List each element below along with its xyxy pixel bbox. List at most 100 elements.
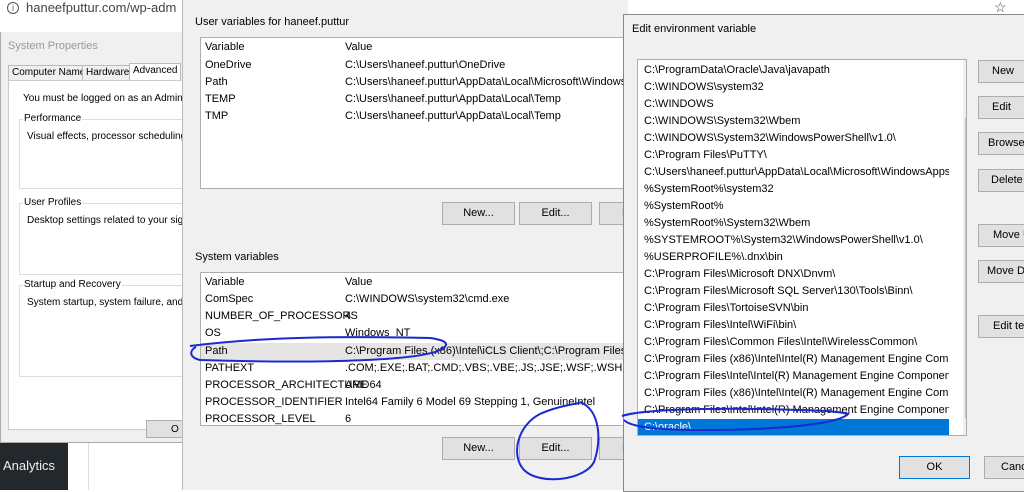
list-item[interactable]: %USERPROFILE%\.dnx\bin <box>638 249 949 266</box>
variable-value: C:\Program Files (x86)\Intel\iCLS Client… <box>345 345 632 357</box>
vertical-scrollbar[interactable]: ▲ ▼ <box>963 60 966 435</box>
column-value[interactable]: Value <box>345 39 372 56</box>
variable-value: C:\Users\haneef.puttur\OneDrive <box>345 59 506 71</box>
list-item[interactable]: C:\WINDOWS\System32\Wbem <box>638 113 949 130</box>
list-item[interactable]: NUMBER_OF_PROCESSORS 4 <box>201 308 631 325</box>
tab-computer-name[interactable]: Computer Name <box>8 65 90 80</box>
info-icon[interactable]: i <box>7 2 19 14</box>
list-item[interactable]: PROCESSOR_LEVEL 6 <box>201 411 631 425</box>
list-item[interactable]: ComSpec C:\WINDOWS\system32\cmd.exe <box>201 291 631 308</box>
variable-name: Path <box>205 76 228 88</box>
list-item[interactable]: C:\Users\haneef.puttur\AppData\Local\Mic… <box>638 164 949 181</box>
variable-value: C:\Users\haneef.puttur\AppData\Local\Tem… <box>345 110 561 122</box>
tab-panel-advanced: You must be logged on as an Administ Per… <box>8 80 196 430</box>
list-header: Variable Value <box>201 274 631 291</box>
edit-button[interactable]: Edit <box>978 96 1024 119</box>
list-item[interactable]: PROCESSOR_IDENTIFIER Intel64 Family 6 Mo… <box>201 394 631 411</box>
move-up-button[interactable]: Move U <box>978 224 1024 247</box>
admin-note: You must be logged on as an Administ <box>23 93 193 104</box>
variable-name: PROCESSOR_IDENTIFIER <box>205 396 343 408</box>
list-item[interactable]: %SystemRoot%\System32\Wbem <box>638 215 949 232</box>
startup-text: System startup, system failure, and d <box>27 297 192 308</box>
list-header: Variable Value <box>201 39 631 56</box>
user-edit-button[interactable]: Edit... <box>519 202 592 225</box>
variable-name: OneDrive <box>205 59 252 71</box>
system-new-button[interactable]: New... <box>442 437 515 460</box>
variable-value: C:\Users\haneef.puttur\AppData\Local\Mic… <box>345 76 632 88</box>
variable-name: Path <box>205 345 228 357</box>
variable-name: ComSpec <box>205 293 254 305</box>
variable-value: Intel64 Family 6 Model 69 Stepping 1, Ge… <box>345 396 596 408</box>
scroll-up-arrow-icon[interactable]: ▲ <box>963 60 966 75</box>
tab-hardware[interactable]: Hardware <box>82 65 134 80</box>
column-value[interactable]: Value <box>345 274 372 291</box>
tab-advanced[interactable]: Advanced <box>129 63 182 80</box>
variable-value: AMD64 <box>345 379 382 391</box>
url-text[interactable]: haneefputtur.com/wp-adm <box>26 0 176 15</box>
delete-button[interactable]: Delete <box>978 169 1024 192</box>
path-entries-list[interactable]: C:\ProgramData\Oracle\Java\javapath C:\W… <box>637 59 967 436</box>
list-item[interactable]: OS Windows_NT <box>201 325 631 342</box>
list-item[interactable]: C:\WINDOWS\System32\WindowsPowerShell\v1… <box>638 130 949 147</box>
edit-environment-variable-dialog: Edit environment variable C:\ProgramData… <box>623 14 1024 492</box>
list-item[interactable]: TMP C:\Users\haneef.puttur\AppData\Local… <box>201 108 631 125</box>
list-item[interactable]: C:\Program Files\Microsoft DNX\Dnvm\ <box>638 266 949 283</box>
performance-title: Performance <box>23 113 83 124</box>
list-item[interactable]: PROCESSOR_ARCHITECTURE AMD64 <box>201 377 631 394</box>
list-item[interactable]: C:\WINDOWS <box>638 96 949 113</box>
list-item[interactable]: C:\Program Files (x86)\Intel\Intel(R) Ma… <box>638 351 949 368</box>
user-variables-list[interactable]: Variable Value OneDrive C:\Users\haneef.… <box>200 37 632 189</box>
user-profiles-text: Desktop settings related to your sign- <box>27 215 193 226</box>
window-title: System Properties <box>8 40 98 52</box>
scroll-thumb[interactable] <box>965 118 966 418</box>
column-variable[interactable]: Variable <box>205 39 245 56</box>
system-properties-window: System Properties Computer Name Hardware… <box>0 32 196 443</box>
list-item[interactable]: C:\Program Files\Intel\Intel(R) Manageme… <box>638 368 949 385</box>
list-item[interactable]: C:\Program Files\Intel\Intel(R) Manageme… <box>638 402 949 419</box>
list-item[interactable]: C:\ProgramData\Oracle\Java\javapath <box>638 62 949 79</box>
list-item-selected[interactable]: C:\oracle\ <box>638 419 949 435</box>
system-variables-list[interactable]: Variable Value ComSpec C:\WINDOWS\system… <box>200 272 632 426</box>
variable-value: Windows_NT <box>345 327 411 339</box>
list-item[interactable]: C:\Program Files\PuTTY\ <box>638 147 949 164</box>
edit-text-button[interactable]: Edit tex <box>978 315 1024 338</box>
new-button[interactable]: New <box>978 60 1024 83</box>
dialog-title: Edit environment variable <box>632 23 757 35</box>
list-item[interactable]: %SystemRoot% <box>638 198 949 215</box>
environment-variables-window: User variables for haneef.puttur Variabl… <box>182 0 639 490</box>
list-item[interactable]: OneDrive C:\Users\haneef.puttur\OneDrive <box>201 57 631 74</box>
variable-value: C:\Users\haneef.puttur\AppData\Local\Tem… <box>345 93 561 105</box>
list-item[interactable]: C:\Program Files\Intel\WiFi\bin\ <box>638 317 949 334</box>
performance-text: Visual effects, processor scheduling, <box>27 131 189 142</box>
browse-button[interactable]: Browse <box>978 132 1024 155</box>
system-variables-label: System variables <box>195 251 279 263</box>
list-item[interactable]: C:\Program Files\TortoiseSVN\bin <box>638 300 949 317</box>
list-item[interactable]: C:\WINDOWS\system32 <box>638 79 949 96</box>
move-down-button[interactable]: Move Do <box>978 260 1024 283</box>
list-item[interactable]: %SystemRoot%\system32 <box>638 181 949 198</box>
scroll-down-arrow-icon[interactable]: ▼ <box>963 420 966 435</box>
user-new-button[interactable]: New... <box>442 202 515 225</box>
list-item[interactable]: C:\Program Files\Microsoft SQL Server\13… <box>638 283 949 300</box>
ok-button[interactable]: OK <box>899 456 970 479</box>
variable-name: PROCESSOR_ARCHITECTURE <box>205 379 368 391</box>
list-item[interactable]: C:\Program Files (x86)\Intel\Intel(R) Ma… <box>638 385 949 402</box>
column-variable[interactable]: Variable <box>205 274 245 291</box>
performance-group <box>19 119 196 189</box>
user-variables-label: User variables for haneef.puttur <box>195 16 350 28</box>
system-edit-button[interactable]: Edit... <box>519 437 592 460</box>
user-profiles-group <box>19 203 196 275</box>
list-item-selected[interactable]: Path C:\Program Files (x86)\Intel\iCLS C… <box>201 343 631 360</box>
sidebar-item-analytics[interactable]: Analytics <box>3 458 55 473</box>
variable-name: TEMP <box>205 93 236 105</box>
list-item[interactable]: Path C:\Users\haneef.puttur\AppData\Loca… <box>201 74 631 91</box>
cancel-button[interactable]: Cance <box>984 456 1024 479</box>
list-item[interactable]: PATHEXT .COM;.EXE;.BAT;.CMD;.VBS;.VBE;.J… <box>201 360 631 377</box>
ok-button[interactable]: O <box>146 420 186 438</box>
list-item[interactable]: %SYSTEMROOT%\System32\WindowsPowerShell\… <box>638 232 949 249</box>
variable-name: OS <box>205 327 221 339</box>
variable-name: NUMBER_OF_PROCESSORS <box>205 310 358 322</box>
list-item[interactable]: C:\Program Files\Common Files\Intel\Wire… <box>638 334 949 351</box>
variable-name: PROCESSOR_LEVEL <box>205 413 316 425</box>
list-item[interactable]: TEMP C:\Users\haneef.puttur\AppData\Loca… <box>201 91 631 108</box>
